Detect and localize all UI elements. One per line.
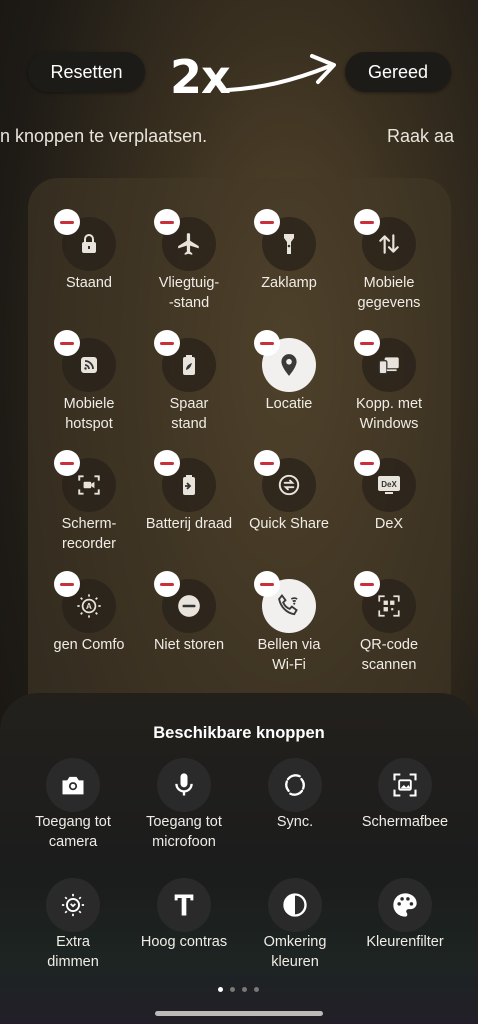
tile-label: Vliegtuig- -stand xyxy=(158,275,220,311)
remove-badge-icon[interactable] xyxy=(354,209,380,235)
hint-text-right: Raak aa xyxy=(387,126,455,146)
do-not-disturb-icon xyxy=(176,593,202,619)
color-inversion-available-tile[interactable] xyxy=(268,878,322,932)
tile-label: Batterij draad xyxy=(145,516,233,532)
mobile-data-icon xyxy=(376,231,402,257)
flashlight-icon xyxy=(277,232,301,256)
color-inversion-icon xyxy=(281,891,309,919)
tile-label: gen Comfo xyxy=(53,637,125,653)
screenshot-icon xyxy=(391,771,419,799)
hint-text-left: n knoppen te verplaatsen. xyxy=(0,126,208,146)
tile-label: Locatie xyxy=(265,396,313,412)
available-tile-label: Schermafbee xyxy=(361,814,449,830)
remove-badge-icon[interactable] xyxy=(354,450,380,476)
high-contrast-icon xyxy=(170,891,198,919)
page-indicator xyxy=(218,987,259,992)
tile-label: Quick Share xyxy=(249,516,329,532)
sync-icon xyxy=(281,771,309,799)
page-dot[interactable] xyxy=(230,987,235,992)
page-dot[interactable] xyxy=(254,987,259,992)
wireless-battery-icon xyxy=(177,473,201,497)
available-tile-label: Hoog contras xyxy=(140,934,228,950)
reset-button[interactable]: Resetten xyxy=(28,52,145,92)
extra-dim-icon xyxy=(59,891,87,919)
tile-label: Staand xyxy=(66,275,112,291)
hotspot-icon xyxy=(77,353,101,377)
remove-badge-icon[interactable] xyxy=(154,209,180,235)
remove-badge-icon[interactable] xyxy=(254,571,280,597)
tile-label: Kopp. met Windows xyxy=(355,396,423,432)
available-title: Beschikbare knoppen xyxy=(153,724,325,742)
camera-available-tile[interactable] xyxy=(46,758,100,812)
available-tile-label: Extra dimmen xyxy=(47,934,99,970)
sync-available-tile[interactable] xyxy=(268,758,322,812)
available-tile-label: Toegang tot microfoon xyxy=(146,814,222,850)
tile-label: Mobiele hotspot xyxy=(63,396,115,432)
location-icon xyxy=(276,352,302,378)
remove-badge-icon[interactable] xyxy=(154,571,180,597)
remove-badge-icon[interactable] xyxy=(154,450,180,476)
high-contrast-available-tile[interactable] xyxy=(157,878,211,932)
tile-label: Bellen via Wi-Fi xyxy=(257,637,321,673)
microphone-available-tile[interactable] xyxy=(157,758,211,812)
available-tile-label: Kleurenfilter xyxy=(366,934,444,950)
tile-label: Scherm-recorder xyxy=(61,516,117,552)
page-dot[interactable] xyxy=(218,987,223,992)
qr-scan-icon xyxy=(376,593,402,619)
tile-label: Niet storen xyxy=(153,637,225,653)
available-tile-label: Omkering kleuren xyxy=(263,934,327,970)
wifi-calling-icon xyxy=(275,592,303,620)
remove-badge-icon[interactable] xyxy=(254,450,280,476)
tile-label: DeX xyxy=(374,516,404,532)
power-saving-icon xyxy=(177,353,201,377)
remove-badge-icon[interactable] xyxy=(54,330,80,356)
tile-label: Spaar stand xyxy=(169,396,209,432)
airplane-icon xyxy=(176,231,202,257)
color-filter-icon xyxy=(391,891,419,919)
link-to-windows-icon xyxy=(376,352,402,378)
lock-portrait-icon xyxy=(77,232,101,256)
tile-label: Mobiele gegevens xyxy=(357,275,421,311)
remove-badge-icon[interactable] xyxy=(154,330,180,356)
microphone-icon xyxy=(170,771,198,799)
remove-badge-icon[interactable] xyxy=(354,330,380,356)
remove-badge-icon[interactable] xyxy=(354,571,380,597)
eye-comfort-icon: A xyxy=(75,592,103,620)
remove-badge-icon[interactable] xyxy=(254,209,280,235)
svg-text:A: A xyxy=(86,602,92,611)
extra-dim-available-tile[interactable] xyxy=(46,878,100,932)
remove-badge-icon[interactable] xyxy=(54,571,80,597)
tile-label: Zaklamp xyxy=(261,275,317,291)
available-tile-label: Toegang tot camera xyxy=(35,814,111,850)
quick-share-icon xyxy=(276,472,302,498)
remove-badge-icon[interactable] xyxy=(54,209,80,235)
color-filter-available-tile[interactable] xyxy=(378,878,432,932)
camera-icon xyxy=(59,771,87,799)
tile-label: QR-code scannen xyxy=(359,637,419,673)
available-tile-label: Sync. xyxy=(276,814,314,830)
remove-badge-icon[interactable] xyxy=(54,450,80,476)
dex-icon: DeX xyxy=(375,472,403,498)
done-button[interactable]: Gereed xyxy=(345,52,451,92)
annotation-arrow-icon xyxy=(226,54,336,92)
svg-text:DeX: DeX xyxy=(381,480,397,489)
screenshot-available-tile[interactable] xyxy=(378,758,432,812)
screen-recorder-icon xyxy=(76,472,102,498)
home-indicator[interactable] xyxy=(155,1011,323,1016)
page-dot[interactable] xyxy=(242,987,247,992)
remove-badge-icon[interactable] xyxy=(254,330,280,356)
